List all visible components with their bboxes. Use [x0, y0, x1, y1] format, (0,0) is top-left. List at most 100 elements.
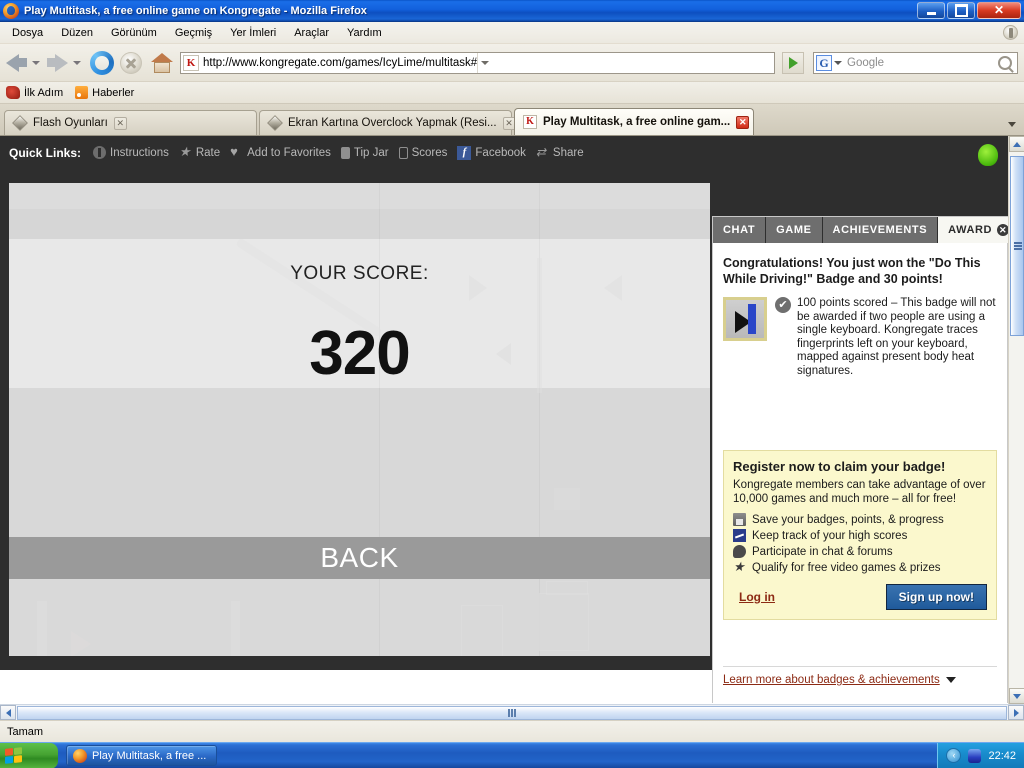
quick-link-label: Add to Favorites — [247, 146, 331, 159]
tab-award[interactable]: AWARD ✕ — [938, 217, 1020, 243]
quick-link-scores[interactable]: Scores — [398, 146, 448, 159]
page-icon — [267, 115, 283, 131]
quick-link-rate[interactable]: ★ Rate — [179, 145, 220, 159]
address-dropdown-icon[interactable] — [477, 52, 492, 73]
benefit-item: ★ Qualify for free video games & prizes — [733, 559, 987, 574]
system-tray: ‹ 22:42 — [937, 742, 1024, 768]
back-button[interactable] — [6, 53, 27, 72]
check-icon: ✔ — [775, 297, 791, 313]
save-icon — [733, 513, 746, 526]
tab-label: CHAT — [723, 224, 756, 236]
congratulations-text: Congratulations! You just won the "Do Th… — [723, 256, 981, 286]
window-title-bar: Play Multitask, a free online game on Ko… — [0, 0, 1024, 22]
tab-flash-oyunlari[interactable]: Flash Oyunları ✕ — [4, 110, 257, 135]
menu-item-yer-imleri[interactable]: Yer İmleri — [222, 24, 284, 42]
scroll-left-button[interactable] — [0, 705, 16, 720]
heart-icon: ♥ — [230, 144, 238, 159]
page-icon — [12, 115, 28, 131]
tip-jar-icon — [340, 146, 350, 159]
page-horizontal-scrollbar[interactable] — [0, 704, 1024, 720]
tab-close-icon[interactable]: ✕ — [736, 115, 750, 129]
quick-link-label: Scores — [411, 146, 448, 159]
benefit-item: Save your badges, points, & progress — [733, 513, 987, 526]
tab-label: Flash Oyunları — [33, 117, 108, 129]
kreds-icon — [978, 144, 998, 166]
register-title: Register now to claim your badge! — [733, 459, 946, 474]
instructions-icon — [93, 146, 107, 159]
minimize-icon — [927, 6, 936, 15]
forward-button[interactable] — [47, 53, 68, 72]
tab-play-multitask[interactable]: K Play Multitask, a free online gam... ✕ — [514, 108, 754, 135]
start-button[interactable] — [0, 742, 58, 768]
badge-description: 100 points scored – This badge will not … — [797, 297, 996, 377]
tab-achievements[interactable]: ACHIEVEMENTS — [822, 217, 938, 243]
play-badge-icon — [723, 297, 767, 341]
addon-status-icon[interactable] — [1003, 25, 1018, 40]
quick-link-share[interactable]: ⇄ Share — [536, 146, 584, 159]
search-icon[interactable] — [998, 55, 1012, 70]
clock[interactable]: 22:42 — [988, 750, 1016, 762]
quick-link-instructions[interactable]: Instructions — [93, 146, 169, 159]
page-vertical-scrollbar[interactable] — [1008, 136, 1024, 704]
minimize-button[interactable] — [917, 2, 945, 19]
tab-label: AWARD — [948, 224, 993, 236]
bookmark-ilk-adim[interactable]: İlk Adım — [6, 86, 63, 99]
chart-icon — [733, 529, 746, 542]
firefox-icon — [73, 748, 87, 763]
menu-item-yardim[interactable]: Yardım — [339, 24, 390, 42]
menu-item-gorunum[interactable]: Görünüm — [103, 24, 165, 42]
back-history-caret-icon[interactable] — [32, 60, 40, 65]
restore-button[interactable] — [947, 2, 975, 19]
search-bar[interactable]: G Google — [813, 51, 1018, 74]
address-bar-value: http://www.kongregate.com/games/IcyLime/… — [203, 56, 478, 69]
menu-bar: Dosya Düzen Görünüm Geçmiş Yer İmleri Ar… — [0, 22, 1024, 44]
tab-ekran-kartina-overclock[interactable]: Ekran Kartına Overclock Yapmak (Resi... … — [259, 110, 516, 135]
flash-game-stage[interactable]: 320 YOUR SCORE: 320 BACK — [9, 183, 710, 656]
register-box: Register now to claim your badge! Kongre… — [723, 450, 997, 620]
scores-icon — [398, 146, 408, 159]
stop-button[interactable] — [120, 51, 142, 74]
chevron-down-icon[interactable] — [945, 677, 956, 683]
address-bar[interactable]: K http://www.kongregate.com/games/IcyLim… — [180, 51, 775, 74]
login-link[interactable]: Log in — [739, 590, 775, 604]
search-input[interactable]: Google — [847, 57, 998, 69]
home-button[interactable] — [149, 51, 175, 75]
menu-item-dosya[interactable]: Dosya — [4, 24, 51, 42]
search-engine-caret-icon[interactable] — [834, 60, 842, 65]
learn-more-link[interactable]: Learn more about badges & achievements — [723, 674, 940, 686]
menu-item-duzen[interactable]: Düzen — [53, 24, 101, 42]
scrollbar-thumb[interactable] — [1010, 156, 1024, 336]
site-favicon-icon: K — [183, 54, 199, 71]
tab-label: ACHIEVEMENTS — [832, 224, 928, 236]
bookmark-label: Haberler — [92, 86, 135, 99]
quick-link-add-to-favorites[interactable]: ♥ Add to Favorites — [230, 144, 331, 159]
bookmark-haberler[interactable]: Haberler — [75, 86, 134, 99]
signup-button[interactable]: Sign up now! — [885, 584, 987, 610]
quick-link-tip-jar[interactable]: Tip Jar — [340, 146, 389, 159]
horizontal-scrollbar-thumb[interactable] — [17, 705, 1007, 720]
star-icon: ★ — [733, 559, 745, 574]
chevron-up-icon — [1013, 141, 1021, 147]
reload-button[interactable] — [90, 50, 114, 75]
menu-item-gecmis[interactable]: Geçmiş — [167, 24, 220, 42]
firefox-bookmark-icon — [6, 86, 20, 99]
forward-history-caret-icon[interactable] — [73, 60, 81, 65]
scroll-down-button[interactable] — [1009, 688, 1024, 704]
taskbar-item-firefox[interactable]: Play Multitask, a free ... — [66, 745, 218, 766]
tray-app-icon[interactable] — [968, 748, 982, 763]
quick-links-bar: Quick Links: Instructions ★ Rate ♥ Add t… — [0, 136, 1008, 169]
tab-chat[interactable]: CHAT — [713, 217, 766, 243]
scroll-right-button[interactable] — [1008, 705, 1024, 720]
firefox-logo-icon — [3, 2, 19, 19]
quick-link-facebook[interactable]: f Facebook — [457, 145, 526, 160]
back-button-game[interactable]: BACK — [9, 537, 710, 579]
tray-expand-icon[interactable]: ‹ — [946, 748, 962, 763]
scroll-up-button[interactable] — [1009, 136, 1024, 152]
tab-game[interactable]: GAME — [766, 217, 822, 243]
game-container: 320 YOUR SCORE: 320 BACK CHAT GAME ACHIE… — [0, 169, 1020, 704]
tab-list-caret-icon[interactable] — [1008, 122, 1016, 127]
menu-item-araclar[interactable]: Araçlar — [286, 24, 337, 42]
tab-close-icon[interactable]: ✕ — [113, 116, 127, 130]
go-button[interactable] — [782, 51, 804, 74]
close-button[interactable] — [977, 2, 1021, 19]
